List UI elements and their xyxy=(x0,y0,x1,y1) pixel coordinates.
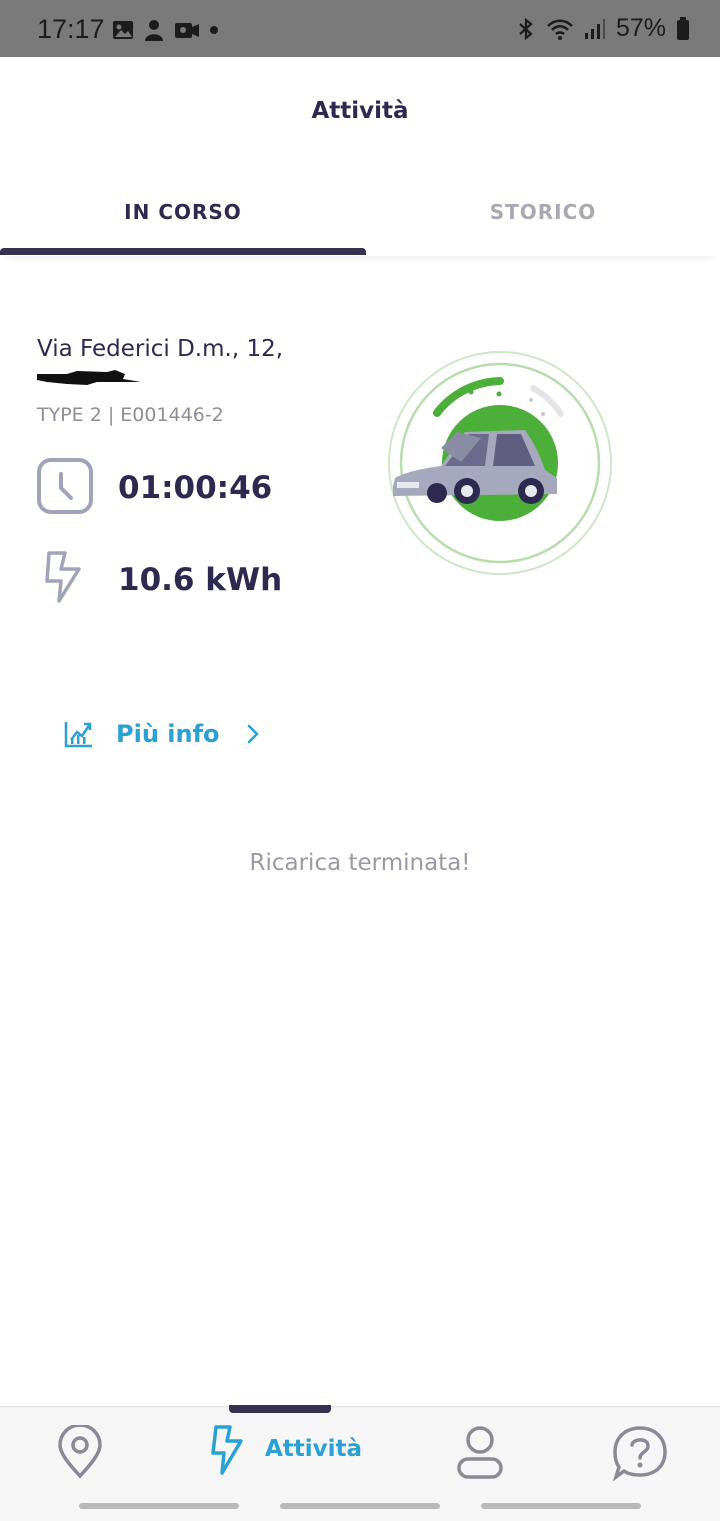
active-tab-indicator xyxy=(0,248,366,255)
user-icon xyxy=(145,20,163,41)
gesture-bar-right xyxy=(481,1503,641,1509)
battery-percent: 57% xyxy=(615,14,666,42)
profile-icon[interactable] xyxy=(455,1425,505,1481)
energy-bolt-icon xyxy=(45,551,81,603)
clock-icon xyxy=(37,458,93,514)
chart-icon xyxy=(64,722,92,748)
page-title: Attività xyxy=(311,98,409,124)
notification-icons xyxy=(112,18,220,42)
tab-in-corso[interactable]: IN CORSO xyxy=(0,200,366,224)
vpn-icon xyxy=(175,23,199,38)
connector-info: TYPE 2 | E001446-2 xyxy=(37,404,224,426)
location-pin-icon[interactable] xyxy=(56,1425,104,1479)
gesture-bar-left xyxy=(79,1503,239,1509)
more-info-link[interactable]: Più info xyxy=(64,720,260,748)
charging-status-message: Ricarica terminata! xyxy=(249,850,471,876)
active-nav-indicator xyxy=(229,1405,331,1413)
help-icon[interactable] xyxy=(612,1425,668,1481)
charged-energy: 10.6 kWh xyxy=(118,562,283,598)
charging-duration: 01:00:46 xyxy=(118,470,273,506)
gesture-bar-center xyxy=(280,1503,440,1509)
nav-label-attivita[interactable]: Attività xyxy=(265,1436,362,1462)
charging-car-illustration xyxy=(388,351,612,575)
status-bar: 17:17 57% xyxy=(0,0,720,57)
bluetooth-icon xyxy=(519,17,533,40)
bottom-navigation: Attività xyxy=(0,1405,720,1521)
redacted-text xyxy=(37,370,141,385)
battery-icon xyxy=(677,16,689,40)
wifi-icon xyxy=(547,19,573,40)
chevron-right-icon xyxy=(247,724,259,744)
signal-icon xyxy=(584,18,605,39)
status-time: 17:17 xyxy=(37,14,105,44)
tab-storico[interactable]: STORICO xyxy=(366,200,720,224)
more-info-label: Più info xyxy=(116,720,220,748)
gallery-icon xyxy=(113,21,133,39)
bolt-icon[interactable] xyxy=(210,1425,244,1475)
system-icons: 57% xyxy=(516,14,690,43)
station-address: Via Federici D.m., 12, xyxy=(37,336,284,362)
tab-bar: IN CORSO STORICO xyxy=(0,170,720,256)
dot-icon xyxy=(210,26,218,34)
